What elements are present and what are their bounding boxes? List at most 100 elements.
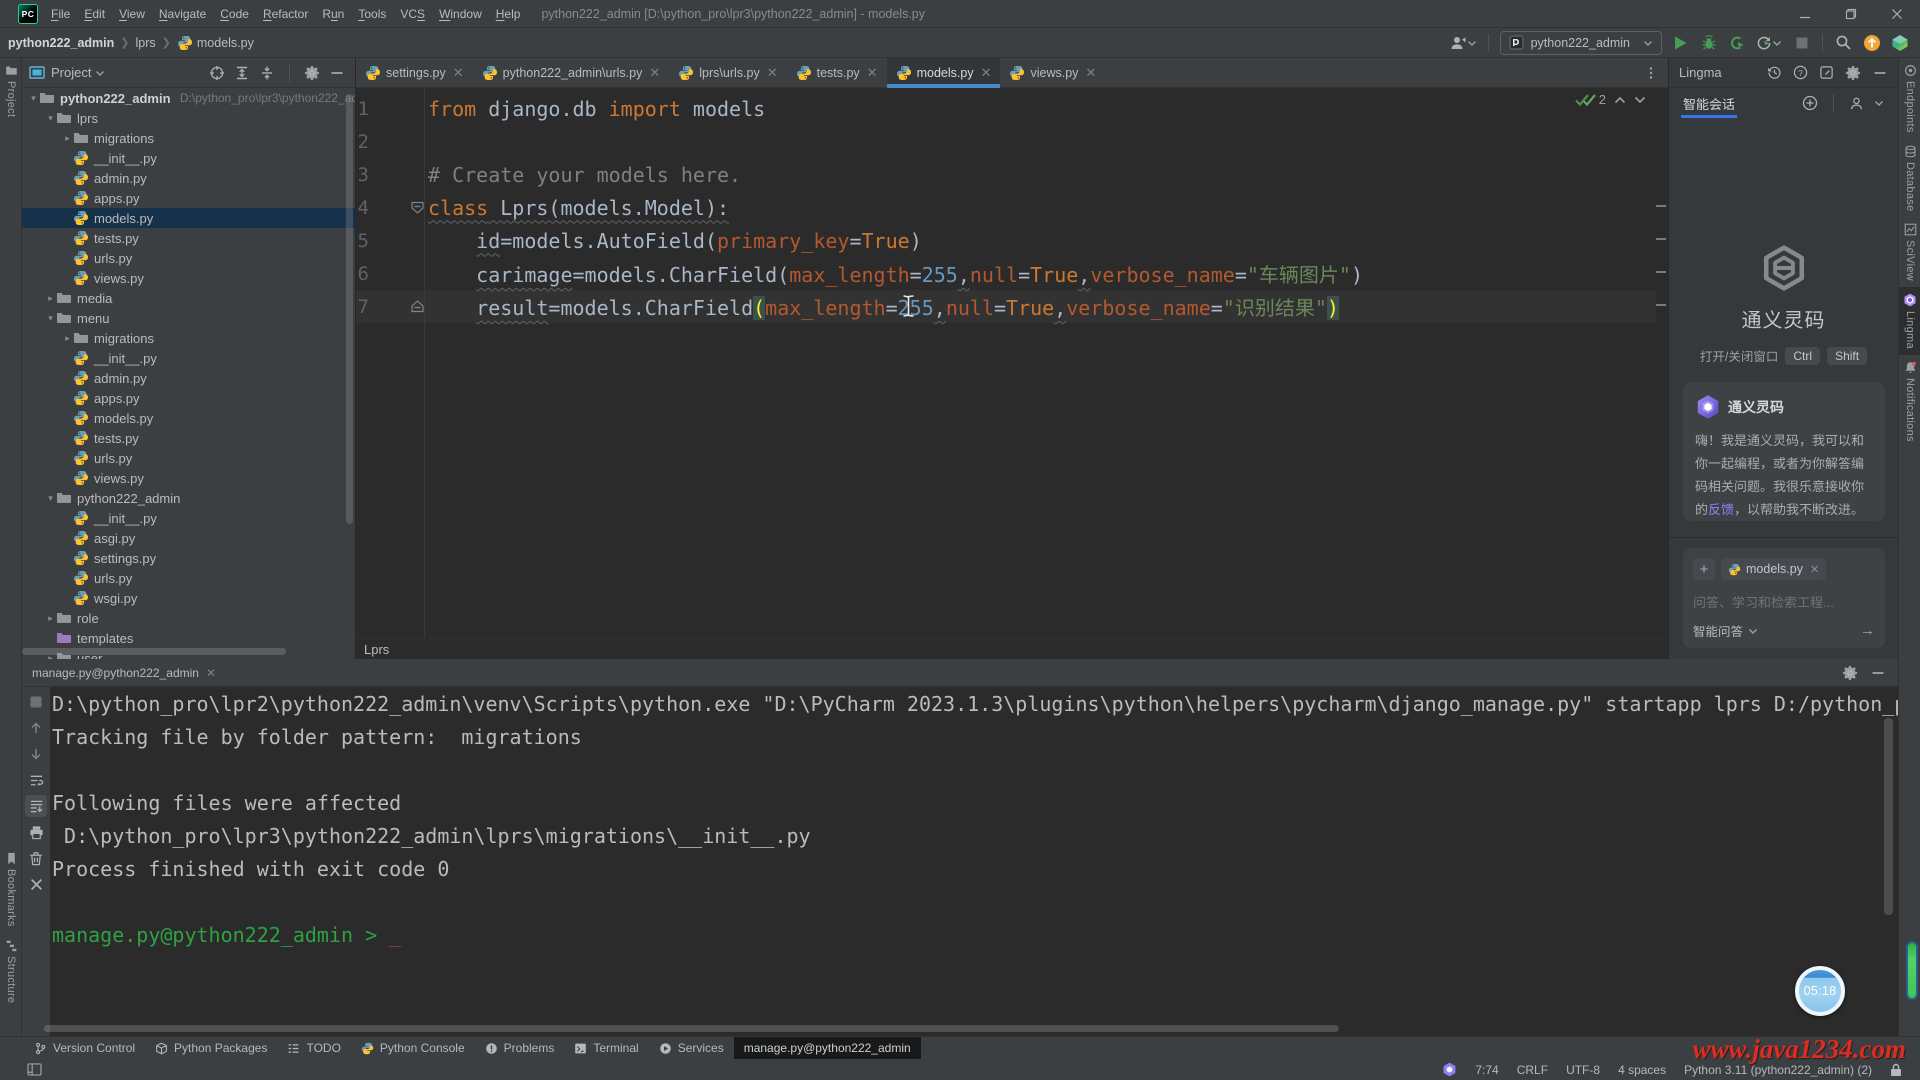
lingma-add-session-icon[interactable] <box>1802 95 1818 111</box>
close-icon[interactable]: ✕ <box>206 666 216 680</box>
inspections-widget[interactable]: 2 <box>1575 92 1646 107</box>
code-editor[interactable]: 1from django.db import models23# Create … <box>356 88 1668 638</box>
stripe-item-project[interactable]: Project <box>0 58 22 123</box>
tab-close-icon[interactable]: ✕ <box>1085 65 1096 81</box>
minimize-window-button[interactable] <box>1782 0 1828 28</box>
code-line-4[interactable]: 4class Lprs(models.Model): <box>356 191 1668 224</box>
collapse-all-button[interactable] <box>259 65 275 81</box>
lingma-context-file-chip[interactable]: models.py ✕ <box>1721 558 1826 580</box>
lingma-account-icon[interactable] <box>1849 96 1864 111</box>
lingma-new-chat-icon[interactable] <box>1819 65 1834 80</box>
tree-item-wsgi.py[interactable]: wsgi.py <box>22 588 355 608</box>
tab-close-icon[interactable]: ✕ <box>767 65 778 81</box>
tree-item-migrations[interactable]: ▸migrations <box>22 328 355 348</box>
next-problem-icon[interactable] <box>1634 96 1646 104</box>
tree-item-settings.py[interactable]: settings.py <box>22 548 355 568</box>
tree-expand-icon[interactable]: ▾ <box>28 93 39 104</box>
clear-all-button[interactable] <box>25 847 47 869</box>
menu-view[interactable]: View <box>112 0 152 28</box>
expand-all-button[interactable] <box>234 65 250 81</box>
tree-item-__init__.py[interactable]: __init__.py <box>22 148 355 168</box>
stop-process-button[interactable] <box>25 691 47 713</box>
close-window-button[interactable] <box>1874 0 1920 28</box>
editor-tab-tests.py[interactable]: tests.py✕ <box>787 58 887 87</box>
tab-close-icon[interactable]: ✕ <box>867 65 878 81</box>
tree-item-python222_admin[interactable]: ▾python222_admin D:\python_pro\lpr3\pyth… <box>22 88 355 108</box>
project-options-gear-icon[interactable] <box>304 65 320 81</box>
stripe-item-structure[interactable]: Structure <box>0 933 22 1009</box>
tree-item-tests.py[interactable]: tests.py <box>22 428 355 448</box>
tree-collapse-icon[interactable]: ▸ <box>62 333 73 344</box>
editor-tab-python222_admin-urls.py[interactable]: python222_admin\urls.py✕ <box>473 58 670 87</box>
toolwindow-button-todo[interactable]: TODO <box>277 1037 350 1060</box>
lingma-mini-icon[interactable] <box>1442 1062 1457 1077</box>
menu-window[interactable]: Window <box>432 0 489 28</box>
tree-item-role[interactable]: ▸role <box>22 608 355 628</box>
toolwindow-button-python-console[interactable]: Python Console <box>351 1037 475 1060</box>
up-stack-trace-button[interactable] <box>25 717 47 739</box>
editor-tab-models.py[interactable]: models.py✕ <box>887 58 1001 87</box>
project-tree-horizontal-scrollbar[interactable] <box>22 648 286 655</box>
menu-refactor[interactable]: Refactor <box>256 0 315 28</box>
lingma-help-icon[interactable]: ? <box>1793 65 1808 80</box>
run-with-coverage-button[interactable] <box>1724 31 1749 55</box>
menu-edit[interactable]: Edit <box>77 0 112 28</box>
lingma-send-button[interactable]: → <box>1860 622 1875 639</box>
tree-item-python222_admin[interactable]: ▾python222_admin <box>22 488 355 508</box>
run-tab[interactable]: manage.py@python222_admin ✕ <box>22 659 226 686</box>
toolwindow-button-services[interactable]: Services <box>649 1037 734 1060</box>
tree-collapse-icon[interactable]: ▸ <box>62 133 73 144</box>
tree-item-urls.py[interactable]: urls.py <box>22 568 355 588</box>
tab-close-icon[interactable]: ✕ <box>649 65 660 81</box>
code-line-6[interactable]: 6 carimage=models.CharField(max_length=2… <box>356 257 1668 290</box>
tree-item-migrations[interactable]: ▸migrations <box>22 128 355 148</box>
hide-project-panel-button[interactable] <box>329 65 345 81</box>
run-options-gear-icon[interactable] <box>1842 665 1858 681</box>
tree-item-admin.py[interactable]: admin.py <box>22 168 355 188</box>
lingma-gear-icon[interactable] <box>1845 65 1861 81</box>
run-configuration-select[interactable]: python222_admin <box>1500 31 1662 55</box>
stripe-item-bookmarks[interactable]: Bookmarks <box>0 846 22 933</box>
tree-item-lprs[interactable]: ▾lprs <box>22 108 355 128</box>
stripe-item-database[interactable]: Database <box>1899 139 1920 218</box>
toolwindow-button-version-control[interactable]: Version Control <box>24 1037 145 1060</box>
lingma-add-context-button[interactable]: + <box>1693 558 1715 580</box>
tree-item-apps.py[interactable]: apps.py <box>22 188 355 208</box>
tab-close-icon[interactable]: ✕ <box>981 65 992 81</box>
menu-run[interactable]: Run <box>315 0 351 28</box>
select-opened-file-button[interactable] <box>209 65 225 81</box>
stripe-item-lingma[interactable]: Lingma <box>1899 287 1920 355</box>
tree-item-views.py[interactable]: views.py <box>22 268 355 288</box>
editor-tab-settings.py[interactable]: settings.py✕ <box>356 58 473 87</box>
console-horizontal-scrollbar[interactable] <box>44 1025 1339 1032</box>
menu-vcs[interactable]: VCS <box>393 0 432 28</box>
run-console-output[interactable]: D:\python_pro\lpr2\python222_admin\venv\… <box>50 687 1898 1036</box>
run-button[interactable] <box>1668 31 1693 55</box>
tree-item-tests.py[interactable]: tests.py <box>22 228 355 248</box>
lingma-mode-select[interactable]: 智能问答 <box>1693 621 1743 640</box>
toolwindow-button-problems[interactable]: Problems <box>475 1037 565 1060</box>
tab-list-more-icon[interactable] <box>1644 58 1668 87</box>
chevron-down-icon[interactable] <box>95 68 105 78</box>
tree-expand-icon[interactable]: ▾ <box>45 313 56 324</box>
tab-close-icon[interactable]: ✕ <box>453 65 464 81</box>
tool-window-layout-icon[interactable] <box>27 1063 42 1076</box>
tree-item-urls.py[interactable]: urls.py <box>22 448 355 468</box>
hide-run-panel-button[interactable] <box>1870 665 1886 681</box>
code-line-1[interactable]: 1from django.db import models <box>356 92 1668 125</box>
debug-button[interactable] <box>1696 31 1721 55</box>
tree-item-menu[interactable]: ▾menu <box>22 308 355 328</box>
tree-collapse-icon[interactable]: ▸ <box>45 613 56 624</box>
tree-item-templates[interactable]: templates <box>22 628 355 648</box>
editor-tab-lprs-urls.py[interactable]: lprs\urls.py✕ <box>669 58 786 87</box>
menu-tools[interactable]: Tools <box>351 0 393 28</box>
tree-expand-icon[interactable]: ▾ <box>45 493 56 504</box>
tree-item-apps.py[interactable]: apps.py <box>22 388 355 408</box>
code-line-2[interactable]: 2 <box>356 125 1668 158</box>
status-encoding[interactable]: UTF-8 <box>1566 1063 1600 1077</box>
lingma-history-icon[interactable] <box>1767 65 1782 80</box>
print-button[interactable] <box>25 821 47 843</box>
fold-marker-icon[interactable] <box>369 299 428 314</box>
tree-item-__init__.py[interactable]: __init__.py <box>22 508 355 528</box>
code-line-3[interactable]: 3# Create your models here. <box>356 158 1668 191</box>
